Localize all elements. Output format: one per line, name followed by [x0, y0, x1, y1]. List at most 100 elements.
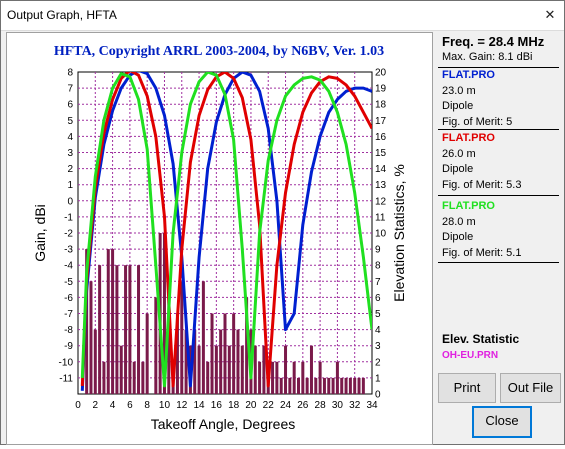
elevation-stat-bar	[327, 377, 331, 394]
antenna-height: 28.0 m	[442, 215, 476, 228]
elevation-stat-bar	[227, 345, 231, 394]
x-tick-label: 8	[144, 400, 150, 411]
y-tick-label: 2	[67, 164, 73, 175]
y2-tick-label: 15	[375, 148, 387, 159]
elevation-stat-bar	[236, 329, 240, 394]
window-title: Output Graph, HFTA	[7, 8, 117, 22]
elevation-stat-bar	[145, 313, 149, 394]
elevation-stat-bar	[89, 281, 93, 394]
y-axis-label: Gain, dBi	[32, 204, 48, 262]
elevation-stat-bar	[119, 345, 123, 394]
x-tick-label: 12	[176, 400, 188, 411]
y2-tick-label: 20	[375, 68, 387, 79]
y-tick-label: -4	[64, 261, 73, 272]
divider	[438, 262, 559, 263]
elevation-stat-bar	[331, 377, 335, 394]
y2-tick-label: 18	[375, 100, 387, 111]
elevation-stat-bar	[240, 345, 244, 394]
elevation-stat-bar	[132, 361, 136, 394]
elevation-stat-bar	[305, 377, 309, 394]
chart-svg: 0 2 4 6 8 10 12 14 16 18 20 22 24 26 28 30 32 34876543210…	[32, 44, 407, 432]
elevation-stat-bar	[137, 265, 141, 394]
close-button[interactable]: Close	[472, 406, 532, 438]
antenna-height: 23.0 m	[442, 84, 476, 97]
y2-tick-label: 5	[375, 309, 381, 320]
x-tick-label: 30	[332, 400, 344, 411]
y-tick-label: 0	[67, 196, 73, 207]
y-tick-label: -3	[64, 245, 73, 256]
elevation-stat-bar	[271, 361, 275, 394]
antenna-type: Dipole	[442, 163, 474, 175]
y-tick-label: -2	[64, 229, 73, 240]
elevation-stat-bar	[197, 345, 201, 394]
antenna-block-2: FLAT.PRO 26.0 m Dipole Fig. of Merit: 5.…	[442, 131, 521, 193]
y-tick-label: -9	[64, 341, 73, 352]
elevation-stat-bar	[206, 361, 210, 394]
x-tick-label: 4	[110, 400, 116, 411]
elevation-stat-bar	[201, 281, 205, 394]
figure-of-merit: Fig. of Merit: 5.3	[442, 178, 522, 191]
antenna-type: Dipole	[442, 100, 474, 112]
elevation-stat-bar	[141, 361, 145, 394]
elevation-stat-bar	[335, 361, 339, 394]
y2-tick-label: 1	[375, 373, 381, 384]
y2-tick-label: 4	[375, 325, 381, 336]
elevation-stat-bar	[318, 361, 322, 394]
y-tick-label: -6	[64, 293, 73, 304]
elevation-stat-bar	[98, 265, 102, 394]
elevation-stat-bar	[253, 345, 257, 394]
elevation-statistic-file: OH-EU.PRN	[442, 350, 499, 361]
close-icon[interactable]: ✕	[542, 7, 558, 23]
x-tick-label: 28	[315, 400, 327, 411]
y-tick-label: 7	[67, 84, 73, 95]
antenna-type: Dipole	[442, 231, 474, 243]
divider	[438, 195, 559, 196]
elevation-stat-bar	[348, 377, 352, 394]
x-tick-label: 34	[366, 400, 378, 411]
chart-area: 0 2 4 6 8 10 12 14 16 18 20 22 24 26 28 30 32 34 8 7 6 5 4 3 2 1 0…	[6, 32, 433, 445]
frequency-label: Freq. = 28.4 MHz	[442, 34, 545, 49]
y-tick-label: 6	[67, 100, 73, 111]
y-tick-label: 8	[67, 68, 73, 79]
y2-tick-label: 19	[375, 84, 387, 95]
antenna-file: FLAT.PRO	[442, 200, 495, 212]
elevation-stat-bar	[340, 377, 344, 394]
elevation-stat-bar	[180, 281, 184, 394]
x-tick-label: 24	[280, 400, 292, 411]
y-tick-label: 4	[67, 132, 73, 143]
y2-tick-label: 11	[375, 212, 386, 223]
out-file-button[interactable]: Out File	[500, 373, 561, 403]
elevation-stat-bar	[258, 361, 262, 394]
y2-tick-label: 3	[375, 341, 381, 352]
x-tick-label: 20	[245, 400, 257, 411]
y2-tick-label: 10	[375, 229, 387, 240]
elevation-stat-bar	[353, 377, 357, 394]
y-tick-label: -1	[64, 212, 73, 223]
x-axis-label: Takeoff Angle, Degrees	[151, 416, 296, 432]
elevation-stat-bar	[309, 345, 313, 394]
y-tick-label: 3	[67, 148, 73, 159]
y2-tick-label: 7	[375, 277, 381, 288]
elevation-stat-bar	[102, 361, 106, 394]
x-tick-label: 18	[228, 400, 240, 411]
figure-of-merit: Fig. of Merit: 5	[442, 115, 513, 128]
elevation-stat-bar	[288, 377, 292, 394]
elevation-statistic-title: Elev. Statistic	[442, 332, 520, 346]
x-tick-label: 14	[193, 400, 205, 411]
figure-of-merit: Fig. of Merit: 5.1	[442, 246, 522, 259]
y-tick-label: -5	[64, 277, 73, 288]
elevation-stat-bar	[154, 297, 158, 394]
elevation-stat-bar	[275, 361, 279, 394]
elevation-stat-bar	[322, 377, 326, 394]
print-button[interactable]: Print	[438, 373, 496, 403]
elevation-stat-bar	[284, 345, 288, 394]
y-tick-label: -11	[59, 373, 73, 384]
elevation-stat-bar	[361, 377, 365, 394]
elevation-stat-bar	[223, 313, 227, 394]
y-tick-label: 1	[67, 180, 73, 191]
x-tick-label: 26	[297, 400, 309, 411]
y2-tick-label: 6	[375, 293, 381, 304]
antenna-block-3: FLAT.PRO 28.0 m Dipole Fig. of Merit: 5.…	[442, 199, 521, 261]
x-tick-label: 16	[211, 400, 223, 411]
y2-tick-label: 12	[375, 196, 387, 207]
